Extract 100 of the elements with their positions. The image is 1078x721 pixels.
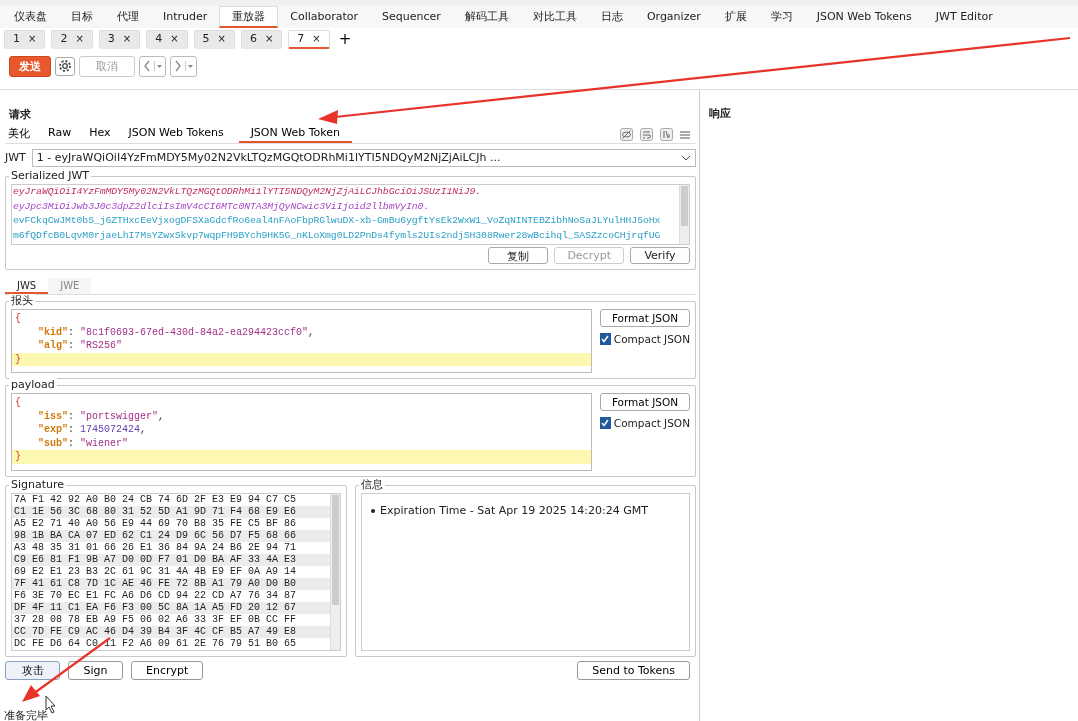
action-button[interactable]: 复制 [488, 247, 549, 264]
group-title: 信息 [359, 477, 385, 492]
code-line: "alg": "RS256" [37, 339, 124, 353]
editor-tab[interactable]: Raw [45, 126, 83, 143]
tab-label: 1 [13, 32, 20, 45]
hex-row: C1 1E 56 3C 68 80 31 52 5D A1 9D 71 F4 68 E9 E6 [12, 505, 330, 518]
hex-row-text: F6 3E 70 EC E1 FC A6 D6 CD 94 22 CD A7 76 34 87 [13, 589, 298, 602]
caret-icon [154, 61, 162, 71]
request-heading: 请求 [9, 107, 32, 122]
main-tab[interactable]: 学习 [758, 6, 805, 28]
checkbox-label: Compact JSON [613, 333, 690, 345]
code-line: { [14, 312, 22, 326]
hex-row: DF 4F 11 C1 EA F6 F3 00 5C 8A 1A A5 FD 20 12 67 [12, 601, 330, 614]
back-button[interactable] [139, 55, 166, 77]
send-button[interactable]: 发送 [9, 55, 51, 77]
repeater-tab[interactable]: 3 × [98, 29, 141, 49]
close-tab-button[interactable]: × [75, 33, 84, 44]
main-tab[interactable]: 重放器 [219, 6, 279, 28]
code-line: { [14, 396, 22, 410]
action-button[interactable]: Verify [630, 247, 690, 264]
chevron-down-icon [681, 154, 691, 161]
tab-label: 4 [155, 32, 163, 45]
editor-tab[interactable]: Hex [86, 126, 122, 143]
hex-row: 7F 41 61 C8 7D 1C AE 46 FE 72 8B A1 79 A0 D0 B0 [12, 577, 330, 590]
status-text: 准备完毕 [4, 708, 48, 721]
main-tab[interactable]: JWT Editor [923, 6, 1005, 28]
eye-slash-icon [620, 128, 633, 141]
format-json-button[interactable]: Format JSON [600, 309, 690, 327]
jwt-label: JWT [5, 151, 26, 164]
code-line: "exp": 1745072424, [37, 423, 148, 437]
send-to-tokens-button[interactable]: Send to Tokens [577, 660, 690, 680]
action-button[interactable]: 攻击 [5, 660, 60, 680]
main-tab[interactable]: Sequencer [370, 6, 453, 28]
main-tab[interactable]: 仪表盘 [2, 6, 59, 28]
menu-icon [680, 129, 690, 140]
forward-button[interactable] [170, 55, 197, 77]
main-tab[interactable]: Organizer [634, 6, 713, 28]
group-title: Serialized JWT [9, 169, 92, 183]
bullet-icon [370, 507, 376, 514]
hex-row: 98 1B BA CA 07 ED 62 C1 24 D9 6C 56 D7 F5 68 66 [12, 529, 330, 542]
editor-tab[interactable]: JSON Web Tokens [125, 126, 235, 143]
json-editor[interactable]: { "iss": "portswigger", "exp": 1745072424, "sub": "wiener" } [11, 393, 592, 471]
main-tab[interactable]: Collaborator [278, 6, 371, 28]
group-title: Signature [9, 477, 67, 492]
chevron-right-icon [174, 60, 182, 72]
wrap-icon [640, 128, 653, 141]
hex-row-text: 7A F1 42 92 A0 B0 24 CB 74 6D 2F E3 E9 94 C7 C5 [13, 493, 298, 506]
group-title: payload [9, 378, 57, 392]
main-tab[interactable]: 解码工具 [452, 6, 521, 28]
main-tab[interactable]: JSON Web Tokens [804, 6, 924, 28]
repeater-tab[interactable]: 7 × [288, 29, 330, 49]
json-editor[interactable]: { "kid": "8c1f0693-67ed-430d-84a2-ea294423ccf0", "alg": "RS256" } [11, 309, 592, 373]
hex-row-text: 69 E2 E1 23 B3 2C 61 9C 31 4A 4B E9 EF 0A A9 14 [13, 565, 298, 578]
scrollbar[interactable] [330, 493, 340, 650]
main-tab[interactable]: Intruder [151, 6, 220, 28]
hex-row-text: A5 E2 71 40 A0 56 E9 44 69 70 B8 35 FE C5 BF 86 [13, 517, 298, 530]
repeater-tab[interactable]: 1 × [4, 29, 46, 49]
repeater-tab[interactable]: 2 × [51, 29, 93, 49]
close-tab-button[interactable]: × [28, 33, 37, 44]
close-tab-button[interactable]: × [170, 33, 179, 44]
close-tab-button[interactable]: × [122, 33, 132, 44]
tab-label: 5 [202, 32, 210, 45]
chevron-left-icon [143, 60, 151, 72]
main-tab[interactable]: 对比工具 [520, 6, 589, 28]
repeater-tab[interactable]: 5 × [193, 29, 235, 49]
group-title: 报头 [9, 294, 35, 308]
format-json-button[interactable]: Format JSON [600, 393, 690, 411]
action-button[interactable]: Encrypt [131, 660, 204, 680]
response-heading: 响应 [709, 106, 732, 121]
close-tab-button[interactable]: × [312, 33, 321, 44]
checkbox-label: Compact JSON [613, 417, 690, 429]
mode-tab[interactable]: JWS [5, 278, 49, 294]
checkbox[interactable] [600, 333, 611, 345]
settings-button[interactable] [55, 56, 75, 76]
close-tab-button[interactable]: × [264, 33, 274, 44]
editor-tab[interactable]: 美化 [5, 126, 41, 143]
hex-row-text: A3 48 35 31 01 66 26 E1 36 84 9A 24 B6 2E 94 71 [13, 541, 298, 554]
checkmark-icon [601, 335, 610, 343]
settings-icon [58, 59, 72, 73]
checkmark-icon [601, 419, 610, 427]
main-tab[interactable]: 目标 [59, 6, 105, 28]
main-tab[interactable]: 代理 [105, 6, 151, 28]
code-line: "iss": "portswigger", [37, 409, 166, 423]
repeater-tab[interactable]: 6 × [240, 29, 283, 49]
add-tab-button[interactable]: + [335, 30, 355, 48]
hex-row: C9 E6 81 F1 9B A7 D0 0D F7 01 D0 BA AF 33 4A E3 [12, 553, 330, 566]
code-line: "kid": "8c1f0693-67ed-430d-84a2-ea294423ccf0", [37, 325, 316, 339]
tab-label: 3 [107, 32, 115, 45]
newline-icon [660, 128, 673, 141]
tab-label: 2 [60, 32, 68, 45]
tab-label: 7 [297, 32, 305, 45]
editor-tab[interactable]: JSON Web Token [238, 126, 352, 143]
jwt-dropdown[interactable]: 1 - eyJraWQiOiI4YzFmMDY5My02N2VkLTQzMGQtODRhMi1lYTI5NDQyM2NjZjAiLCJh ... [31, 148, 696, 167]
caret-icon [185, 61, 193, 71]
action-button[interactable]: Sign [68, 660, 123, 680]
main-tab[interactable]: 扩展 [712, 6, 759, 28]
main-tab[interactable]: 日志 [588, 6, 635, 28]
close-tab-button[interactable]: × [217, 33, 226, 44]
checkbox[interactable] [600, 417, 611, 429]
repeater-tab[interactable]: 4 × [146, 29, 188, 49]
